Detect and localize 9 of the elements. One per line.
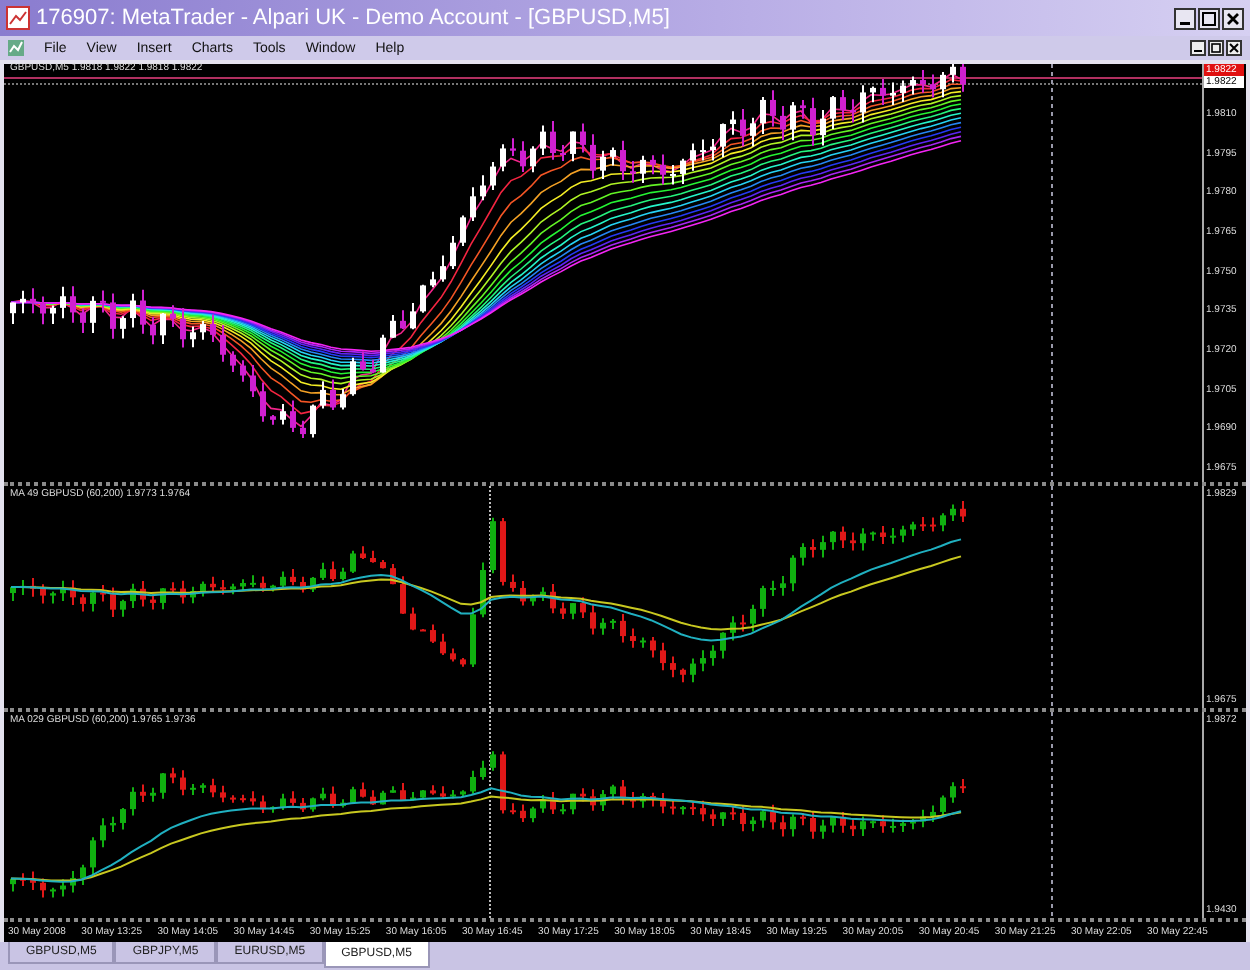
chart-icon [8,40,24,56]
close-icon[interactable] [1226,40,1242,56]
minimize-icon[interactable] [1190,40,1206,56]
close-icon[interactable] [1222,7,1244,29]
maximize-icon[interactable] [1198,7,1220,29]
window-title: 176907: MetaTrader - Alpari UK - Demo Account - [GBPUSD,M5] [36,6,670,30]
chart-icon [6,6,30,30]
minimize-icon[interactable] [1174,7,1196,29]
restore-icon[interactable] [1208,40,1224,56]
